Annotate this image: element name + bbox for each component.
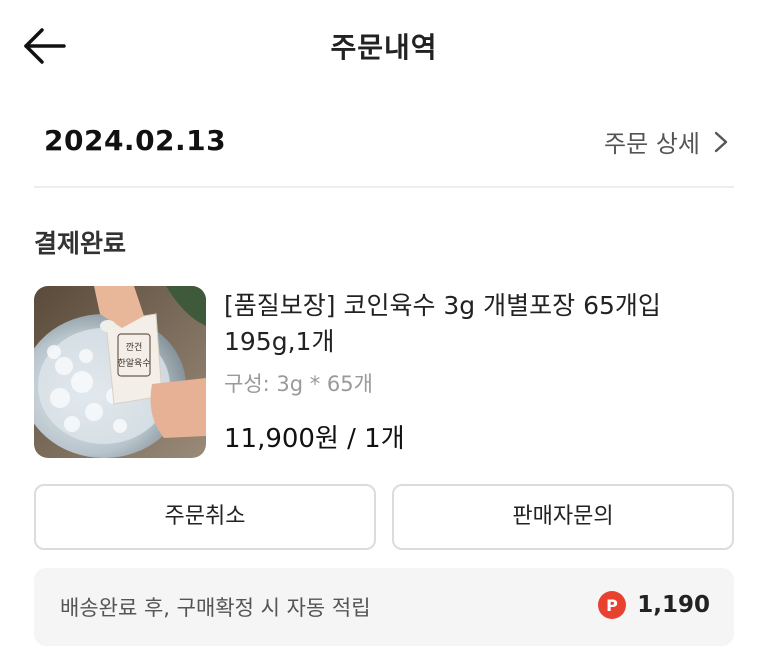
product-name[interactable]: [품질보장] 코인육수 3g 개별포장 65개입 195g,1개 (224, 288, 736, 360)
order-detail-link[interactable]: 주문 상세 (604, 124, 728, 159)
product-image: 깐건 한알육수 (34, 286, 206, 458)
page-title: 주문내역 (330, 31, 438, 64)
order-date-row: 2024.02.13 주문 상세 (34, 112, 734, 168)
svg-text:한알육수: 한알육수 (117, 358, 150, 369)
seller-inquiry-button[interactable]: 판매자문의 (392, 484, 734, 550)
points-coin-icon: P (598, 591, 627, 619)
points-description: 배송완료 후, 구매확정 시 자동 적립 (60, 596, 371, 620)
points-info-box: 배송완료 후, 구매확정 시 자동 적립 P 1,190 (34, 568, 734, 646)
points-amount: P 1,190 (597, 590, 710, 620)
order-detail-label: 주문 상세 (604, 130, 700, 158)
product-thumbnail[interactable]: 깐건 한알육수 (34, 286, 206, 458)
order-date: 2024.02.13 (44, 124, 227, 157)
product-option: 구성: 3g * 65개 (224, 372, 373, 396)
svg-text:P: P (606, 596, 618, 615)
cancel-order-button[interactable]: 주문취소 (34, 484, 376, 550)
svg-text:깐건: 깐건 (126, 342, 143, 353)
order-status: 결제완료 (34, 229, 127, 258)
header: 주문내역 (0, 0, 768, 92)
chevron-right-icon (714, 131, 728, 152)
divider (34, 186, 734, 188)
product-price-quantity: 11,900원 / 1개 (224, 424, 405, 454)
points-value: 1,190 (637, 592, 710, 618)
